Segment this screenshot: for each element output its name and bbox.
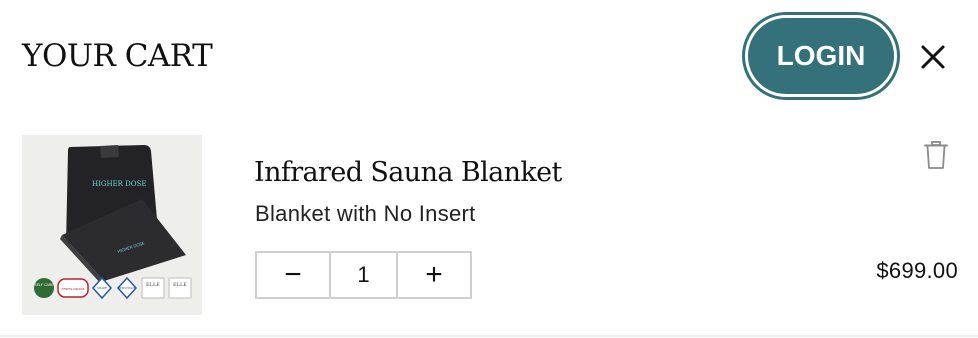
svg-text:ELLE: ELLE xyxy=(146,282,160,288)
trash-icon xyxy=(924,141,948,169)
increase-quantity-button[interactable]: + xyxy=(396,253,470,297)
brand-logo-text: HIGHER DOSE xyxy=(92,180,146,188)
item-price: $699.00 xyxy=(876,258,958,283)
minus-icon: − xyxy=(284,258,302,291)
close-icon xyxy=(921,45,945,69)
svg-text:SHAPE: SHAPE xyxy=(97,286,107,290)
product-image[interactable]: HIGHER DOSE HIGHER DOSE SELF CARE FITNES… xyxy=(22,135,202,315)
quantity-value[interactable]: 1 xyxy=(331,253,396,297)
product-name[interactable]: Infrared Sauna Blanket xyxy=(254,157,562,188)
divider xyxy=(0,335,978,337)
decrease-quantity-button[interactable]: − xyxy=(257,253,331,297)
login-button[interactable]: LOGIN xyxy=(742,12,900,100)
cart-header: YOUR CART LOGIN xyxy=(0,0,978,115)
svg-text:ELLE: ELLE xyxy=(173,282,187,288)
cart-item: HIGHER DOSE HIGHER DOSE SELF CARE FITNES… xyxy=(0,115,978,337)
plus-icon: + xyxy=(425,258,443,291)
remove-item-button[interactable] xyxy=(922,139,950,171)
cart-title: YOUR CART xyxy=(22,38,213,74)
product-variant: Blanket with No Insert xyxy=(255,201,476,226)
svg-text:FITNESS AWARDS: FITNESS AWARDS xyxy=(62,287,85,291)
close-button[interactable] xyxy=(914,38,952,76)
login-button-label: LOGIN xyxy=(748,18,894,94)
svg-text:MEN'S HEALTH: MEN'S HEALTH xyxy=(118,287,136,290)
svg-text:SELF CARE: SELF CARE xyxy=(35,283,54,287)
quantity-stepper: − 1 + xyxy=(255,251,472,299)
sauna-blanket-image: HIGHER DOSE HIGHER DOSE SELF CARE FITNES… xyxy=(22,135,202,315)
